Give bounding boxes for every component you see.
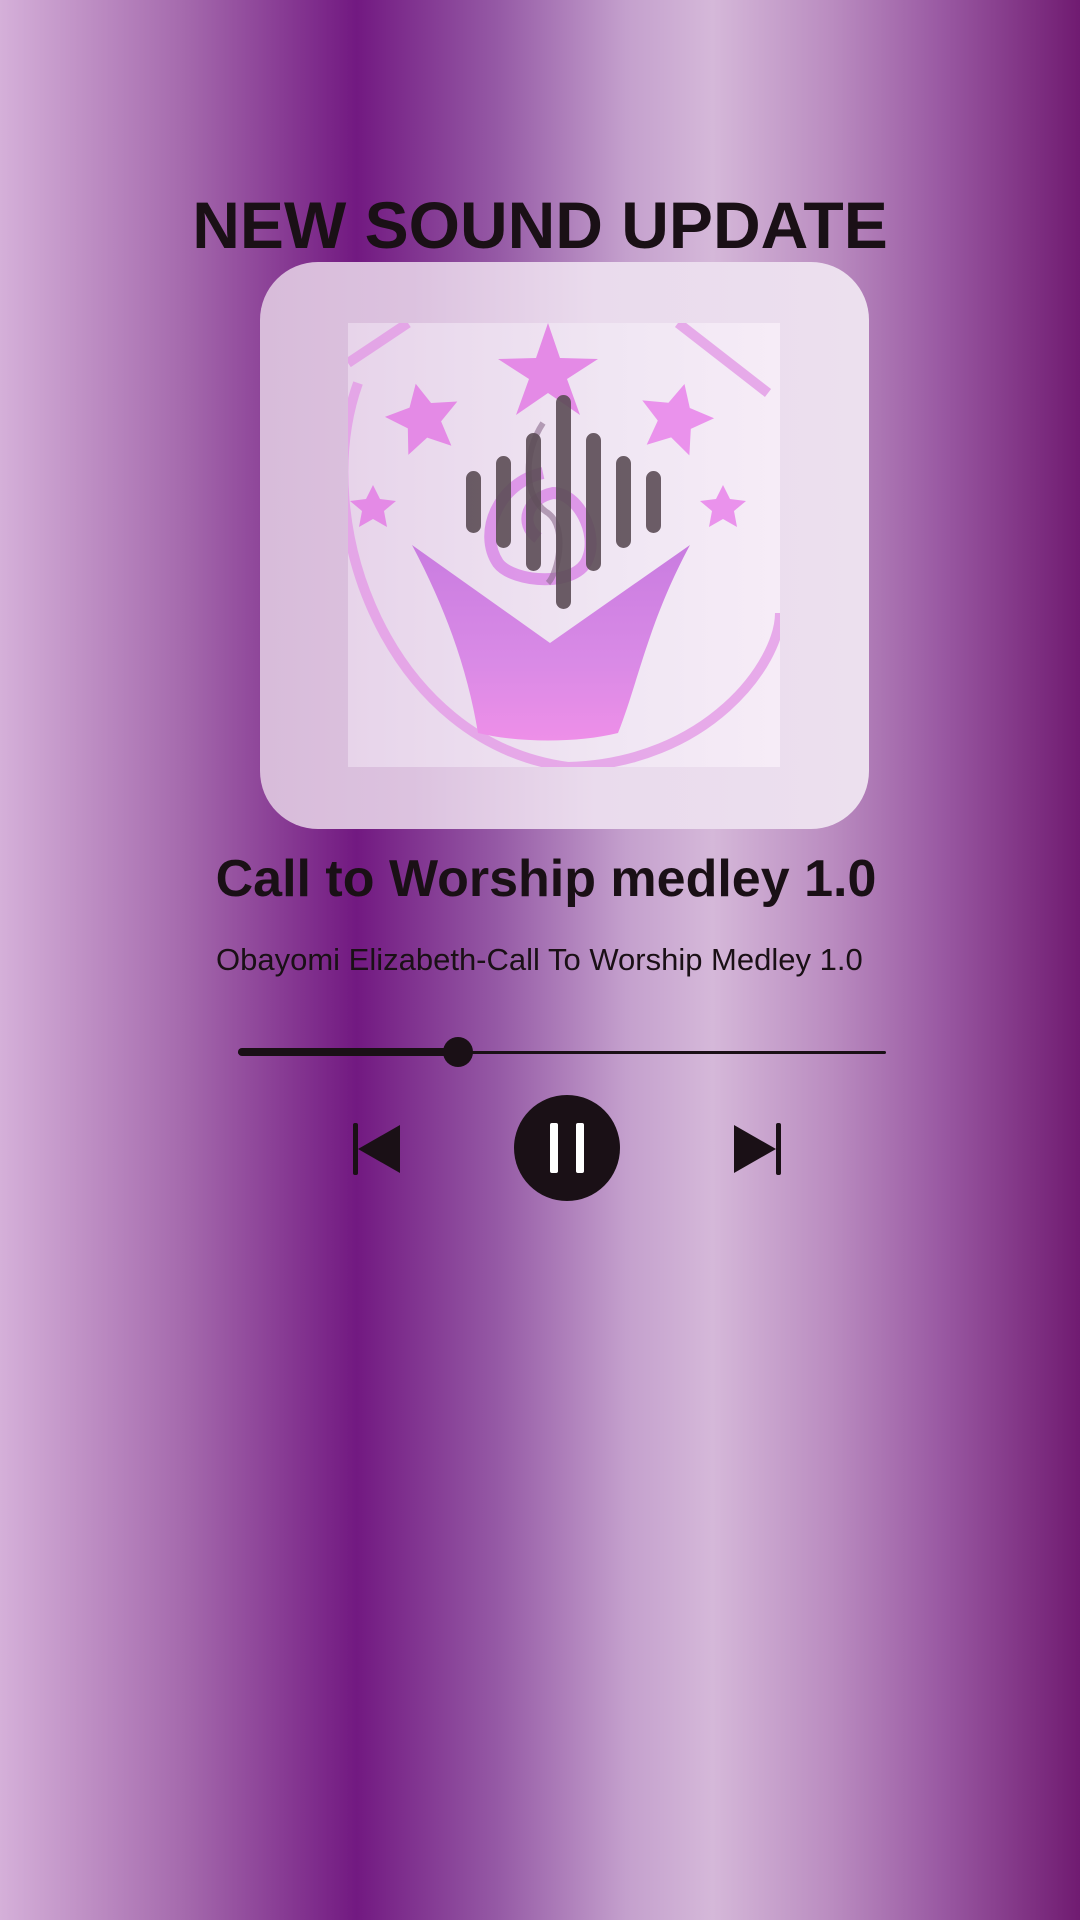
crown-stars-music-logo-icon: [348, 323, 780, 767]
track-subtitle: Obayomi Elizabeth-Call To Worship Medley…: [216, 942, 863, 977]
seek-bar-progress: [238, 1048, 459, 1056]
pause-icon: [550, 1123, 584, 1173]
music-player-screen: NEW SOUND UPDATE Call to Worship medley …: [0, 0, 1080, 1920]
album-art-card: [260, 262, 869, 829]
skip-previous-icon: [353, 1123, 400, 1175]
playback-controls: [0, 1095, 1080, 1205]
track-title: Call to Worship medley 1.0: [215, 850, 877, 908]
album-art-image: [348, 323, 780, 767]
seek-bar-thumb[interactable]: [443, 1037, 474, 1067]
skip-next-icon: [734, 1123, 781, 1175]
page-title: NEW SOUND UPDATE: [192, 188, 888, 262]
pause-button[interactable]: [514, 1095, 620, 1201]
previous-track-button[interactable]: [350, 1119, 404, 1177]
next-track-button[interactable]: [730, 1119, 784, 1177]
seek-bar[interactable]: [238, 1036, 886, 1068]
